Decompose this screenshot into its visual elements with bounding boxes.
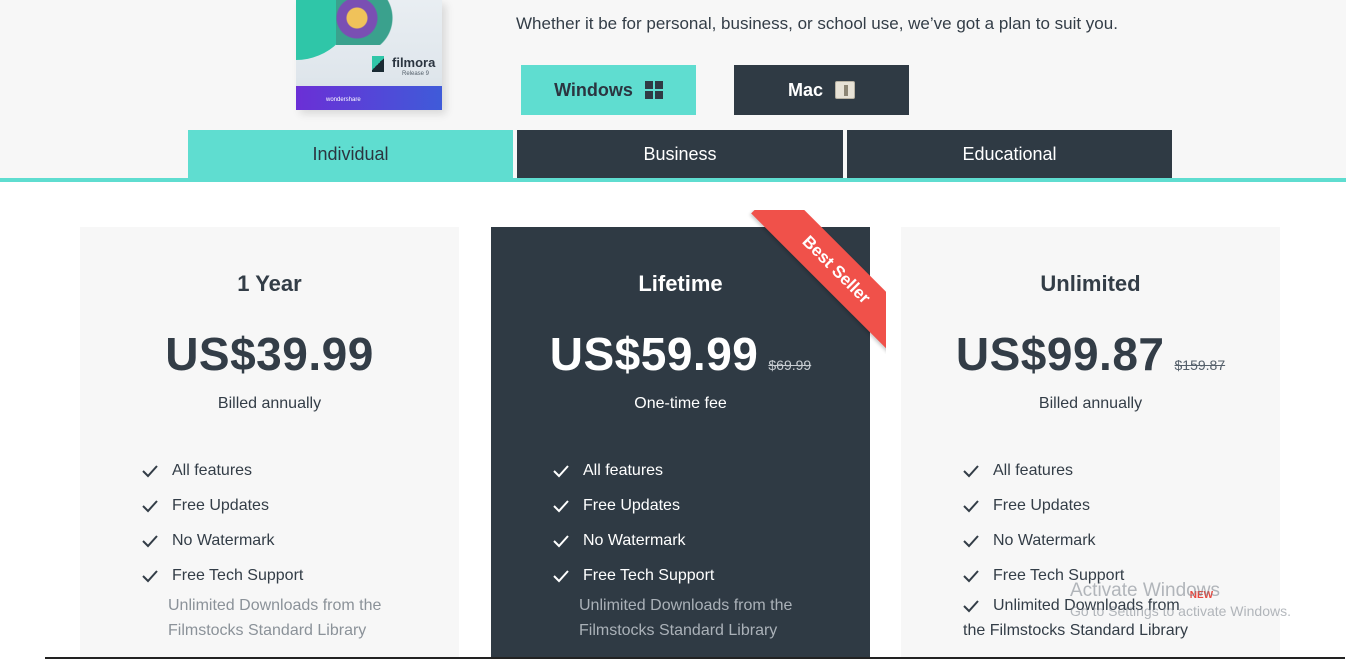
extra-feature-line2: the Filmstocks Standard Library <box>963 622 1188 639</box>
feature-label: No Watermark <box>172 531 275 549</box>
extra-feature: Unlimited Downloads from NEW the Filmsto… <box>963 590 1263 643</box>
list-item: Free Tech Support <box>142 558 303 593</box>
plan-price: US$99.87 <box>955 328 1165 380</box>
windows-button-label: Windows <box>554 79 633 100</box>
check-icon <box>963 533 979 549</box>
ribbon-label: Best Seller <box>751 210 886 354</box>
list-item: Free Updates <box>553 488 714 523</box>
check-icon <box>553 533 569 549</box>
old-price: $159.87 <box>1174 357 1226 373</box>
check-icon <box>553 498 569 514</box>
check-icon <box>963 498 979 514</box>
feature-label: Free Updates <box>993 496 1090 514</box>
tagline: Whether it be for personal, business, or… <box>516 14 1118 33</box>
plan-card-1-year: 1 Year US$39.99 Billed annually All feat… <box>80 227 459 659</box>
plan-name: Unlimited <box>1040 271 1141 296</box>
list-item: No Watermark <box>142 523 303 558</box>
finder-icon <box>835 81 855 99</box>
plan-price: US$59.99 <box>549 328 759 380</box>
feature-label: Free Tech Support <box>993 566 1125 584</box>
feature-label: No Watermark <box>993 531 1096 549</box>
tab-underline <box>0 178 1346 182</box>
feature-label: All features <box>172 461 253 479</box>
feature-label: All features <box>583 461 664 479</box>
filmora-logo-icon <box>372 56 384 72</box>
list-item: Free Updates <box>142 488 303 523</box>
windows-logo-icon <box>644 81 663 99</box>
feature-list: All features Free Updates No Watermark F… <box>963 453 1124 593</box>
check-icon <box>142 498 158 514</box>
list-item: No Watermark <box>963 523 1124 558</box>
check-icon <box>142 533 158 549</box>
check-icon <box>553 568 569 584</box>
extra-feature-line1: Unlimited Downloads from <box>993 597 1180 614</box>
tab-educational[interactable]: Educational <box>847 130 1172 178</box>
check-icon <box>963 568 979 584</box>
windows-button[interactable]: Windows <box>521 65 696 115</box>
list-item: Free Tech Support <box>963 558 1124 593</box>
product-maker: wondershare <box>326 97 361 103</box>
feature-list: All features Free Updates No Watermark F… <box>553 453 714 593</box>
list-item: Free Updates <box>963 488 1124 523</box>
extra-feature: Unlimited Downloads from the Filmstocks … <box>168 597 382 639</box>
product-box-image: filmora Release 9 wondershare <box>296 0 442 110</box>
extra-feature: Unlimited Downloads from the Filmstocks … <box>579 597 793 639</box>
billing-note: Billed annually <box>1038 395 1143 412</box>
product-brand: filmora <box>392 55 436 70</box>
new-badge: NEW <box>1189 590 1214 601</box>
feature-label: No Watermark <box>583 531 686 549</box>
list-item: All features <box>142 453 303 488</box>
plan-price: US$39.99 <box>165 328 374 380</box>
old-price: $69.99 <box>768 357 812 373</box>
list-item: All features <box>553 453 714 488</box>
box-strip <box>296 86 442 110</box>
feature-label: Free Updates <box>172 496 269 514</box>
mac-button[interactable]: Mac <box>734 65 909 115</box>
tab-business[interactable]: Business <box>517 130 843 178</box>
feature-label: All features <box>993 461 1074 479</box>
check-icon <box>963 598 979 614</box>
tab-individual[interactable]: Individual <box>188 130 513 178</box>
plan-name: 1 Year <box>237 271 302 296</box>
box-art-shape <box>336 0 406 45</box>
plan-card-unlimited: Unlimited US$99.87 $159.87 Billed annual… <box>901 227 1280 659</box>
list-item: All features <box>963 453 1124 488</box>
check-icon <box>553 463 569 479</box>
check-icon <box>142 568 158 584</box>
billing-note: Billed annually <box>217 395 322 412</box>
feature-label: Free Updates <box>583 496 680 514</box>
feature-label: Free Tech Support <box>583 566 715 584</box>
billing-note: One-time fee <box>634 395 727 412</box>
price-row: US$99.87 $159.87 <box>901 327 1280 381</box>
mac-button-label: Mac <box>787 79 823 100</box>
price-row: US$39.99 <box>80 327 459 381</box>
list-item: Free Tech Support <box>553 558 714 593</box>
check-icon <box>963 463 979 479</box>
product-release: Release 9 <box>402 71 430 77</box>
feature-list: All features Free Updates No Watermark F… <box>142 453 303 593</box>
list-item: No Watermark <box>553 523 714 558</box>
check-icon <box>142 463 158 479</box>
best-seller-ribbon: Best Seller <box>742 210 886 354</box>
feature-label: Free Tech Support <box>172 566 304 584</box>
